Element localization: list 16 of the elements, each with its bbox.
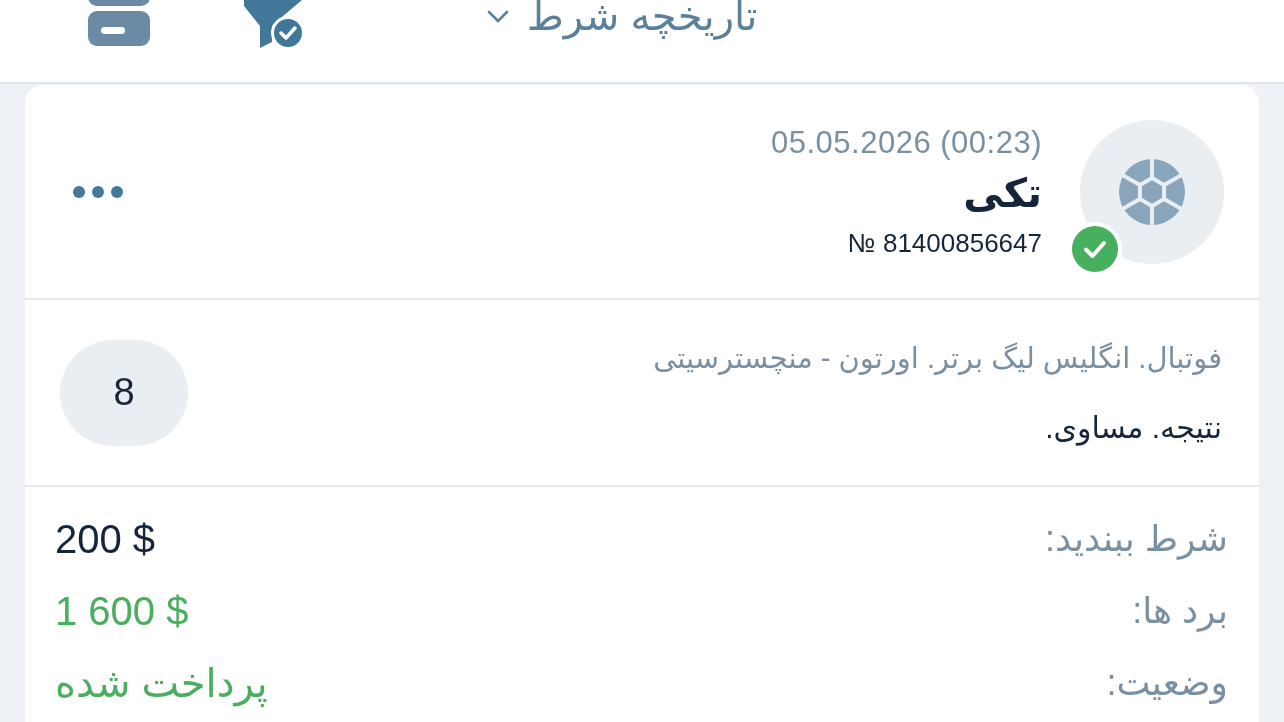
event-name: فوتبال. انگلیس لیگ برتر. اورتون - منچسترسیتی <box>653 340 1222 377</box>
chevron-down-icon <box>486 9 509 23</box>
detail-value: 200 $ <box>55 516 156 563</box>
detail-value: پرداخت شده <box>55 660 268 709</box>
detail-label: برد ها: <box>1132 589 1228 634</box>
bet-number: № 81400856647 <box>846 226 1042 259</box>
bet-type: تکی <box>962 169 1042 217</box>
clipboard-icon[interactable] <box>88 0 150 46</box>
bet-date: 05.05.2026 (00:23) <box>771 124 1042 161</box>
odds-badge: 8 <box>60 339 188 446</box>
bet-outcome: نتیجه. مساوی. <box>1044 409 1222 447</box>
detail-label: وضعیت: <box>1106 661 1228 706</box>
detail-label: شرط ببندید: <box>1045 517 1228 562</box>
soccer-ball-icon <box>1080 119 1224 264</box>
detail-value: 1 600 $ <box>55 588 189 635</box>
more-icon[interactable] <box>73 185 123 198</box>
